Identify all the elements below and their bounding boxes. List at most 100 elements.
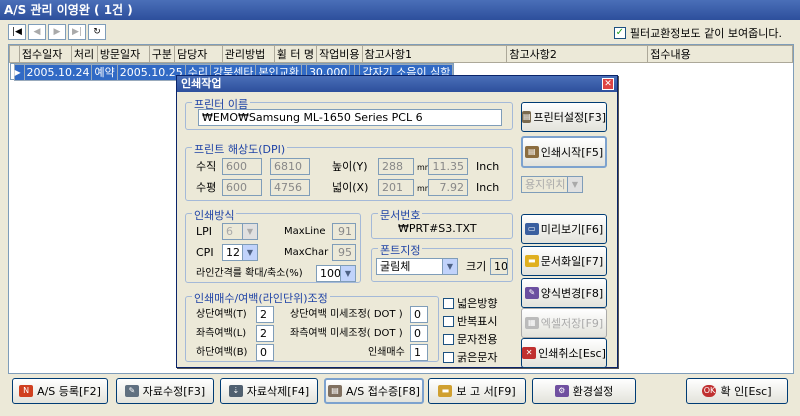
left-adj-label: 좌측여백 미세조정( DOT )	[290, 328, 403, 339]
h-dpi1-field[interactable]: 600	[222, 179, 262, 196]
width-mm-field[interactable]: 201	[378, 179, 414, 196]
col-header[interactable]: 처리	[70, 45, 98, 63]
printer-name-field[interactable]: ₩EMO₩Samsung ML-1650 Series PCL 6	[198, 109, 502, 126]
row-indicator-header	[9, 45, 20, 63]
record-navigator: |◀ ◀ ▶ ▶| ↻	[8, 24, 106, 40]
edit-button[interactable]: ✎ 자료수정[F3]	[116, 378, 214, 404]
filter-checkbox[interactable]: ✓ 필터교환정보도 같이 보여줍니다.	[613, 25, 782, 41]
excel-save-button[interactable]: ▦ 엑셀저장[F9]	[521, 308, 607, 338]
height-mm-field[interactable]: 288	[378, 158, 414, 175]
monitor-icon: ▭	[524, 223, 539, 235]
printer-icon: ▤	[522, 111, 532, 123]
col-header[interactable]: 담당자	[173, 45, 223, 63]
col-header[interactable]: 참고사항2	[506, 45, 649, 63]
button-label: 문서화일[F7]	[540, 255, 604, 268]
cancel-icon: ✕	[522, 347, 537, 359]
chevron-down-icon[interactable]: ▼	[340, 266, 355, 281]
checkbox-box[interactable]	[443, 297, 454, 309]
bold-checkbox[interactable]: 굵은문자	[443, 349, 497, 365]
cell[interactable]: 예약	[91, 64, 118, 81]
as-register-button[interactable]: N A/S 등록[F2]	[12, 378, 108, 404]
col-header[interactable]: 접수일자	[18, 45, 72, 63]
v-dpi2-field[interactable]: 6810	[270, 158, 310, 175]
form-change-button[interactable]: ✎ 양식변경[F8]	[521, 278, 607, 308]
checkbox-box[interactable]	[443, 315, 454, 327]
print-cancel-button[interactable]: ✕ 인쇄취소[Esc]	[521, 338, 607, 368]
checkbox-box[interactable]	[443, 351, 454, 363]
group-label: 폰트지정	[378, 242, 423, 258]
maxline-field[interactable]: 91	[332, 223, 356, 240]
col-header[interactable]: 접수내용	[647, 45, 793, 63]
form-icon: ✎	[524, 287, 539, 299]
v-dpi1-field[interactable]: 600	[222, 158, 262, 175]
printer-settings-button[interactable]: ▤ 프린터설정[F3]	[521, 102, 607, 132]
cpi-label: CPI	[196, 246, 214, 259]
lpi-select[interactable]: 6 ▼	[222, 223, 258, 240]
last-record-button[interactable]: ▶|	[68, 24, 86, 40]
settings-button[interactable]: ⚙ 환경설정	[532, 378, 636, 404]
print-method-group: 인쇄방식 LPI 6 ▼ MaxLine 91 CPI 12 ▼ MaxChar 9…	[185, 207, 361, 283]
landscape-checkbox[interactable]: 넓은방향	[443, 295, 497, 311]
col-header[interactable]: 참고사항1	[361, 45, 508, 63]
col-header[interactable]: 작업비용	[316, 45, 363, 63]
chevron-down-icon[interactable]: ▼	[442, 259, 457, 274]
scale-select[interactable]: 100 ▼	[316, 265, 356, 282]
print-start-button[interactable]: ▤ 인쇄시작[F5]	[521, 136, 607, 168]
checkbox-label: 굵은문자	[457, 351, 498, 364]
maxline-label: MaxLine	[284, 226, 326, 237]
button-label: A/S 접수증[F8]	[346, 385, 420, 398]
as-receipt-button[interactable]: ▤ A/S 접수증[F8]	[324, 378, 424, 404]
first-record-button[interactable]: |◀	[8, 24, 26, 40]
cell[interactable]: 2005.10.24	[23, 64, 93, 81]
size-label: 크기	[466, 260, 487, 273]
repeat-checkbox[interactable]: 반복표시	[443, 313, 497, 329]
col-header[interactable]: 관리방법	[221, 45, 275, 63]
chevron-down-icon[interactable]: ▼	[567, 177, 582, 192]
lpi-value: 6	[226, 225, 233, 238]
button-label: 확 인[Esc]	[720, 385, 772, 398]
font-group: 폰트지정 굴림체 ▼ 크기 10	[371, 242, 513, 282]
delete-button[interactable]: ⇣ 자료삭제[F4]	[220, 378, 318, 404]
checkbox-box[interactable]	[443, 333, 454, 345]
copies-field[interactable]: 1	[410, 344, 428, 361]
group-label: 인쇄방식	[192, 207, 237, 223]
lpi-label: LPI	[196, 225, 213, 238]
height-inch-field[interactable]: 11.35	[428, 158, 468, 175]
top-margin-field[interactable]: 2	[256, 306, 274, 323]
doc-file-button[interactable]: ▬ 문서화일[F7]	[521, 246, 607, 276]
close-icon[interactable]: ✕	[602, 78, 614, 90]
button-label: 미리보기[F6]	[540, 223, 604, 236]
font-select[interactable]: 굴림체 ▼	[376, 258, 458, 275]
ok-icon: OK	[702, 385, 717, 397]
left-margin-label: 좌측여백(L)	[196, 328, 247, 339]
col-header[interactable]: 방문일자	[96, 45, 150, 63]
chevron-down-icon[interactable]: ▼	[242, 224, 257, 239]
h-dpi2-field[interactable]: 4756	[270, 179, 310, 196]
bottom-margin-field[interactable]: 0	[256, 344, 274, 361]
excel-icon: ▦	[524, 317, 539, 329]
cpi-select[interactable]: 12 ▼	[222, 244, 258, 261]
col-header[interactable]: 휠 터 명	[273, 45, 318, 63]
report-button[interactable]: ▬ 보 고 서[F9]	[428, 378, 526, 404]
size-field[interactable]: 10	[490, 258, 508, 275]
chevron-down-icon[interactable]: ▼	[242, 245, 257, 260]
left-margin-field[interactable]: 2	[256, 325, 274, 342]
col-header[interactable]: 구분	[148, 45, 175, 63]
top-adj-field[interactable]: 0	[410, 306, 428, 323]
width-inch-field[interactable]: 7.92	[428, 179, 468, 196]
button-label: 프린터설정[F3]	[533, 111, 606, 124]
left-adj-field[interactable]: 0	[410, 325, 428, 342]
next-record-button[interactable]: ▶	[48, 24, 66, 40]
cpi-value: 12	[226, 246, 240, 259]
refresh-button[interactable]: ↻	[88, 24, 106, 40]
maxchar-field[interactable]: 95	[332, 244, 356, 261]
checkmark-icon[interactable]: ✓	[613, 27, 626, 39]
resolution-group: 프린트 해상도(DPI) 수직 600 6810 높이(Y) 288 mm 11…	[185, 141, 513, 201]
prev-record-button[interactable]: ◀	[28, 24, 46, 40]
group-label: 인쇄매수/여백(라인단위)조정	[192, 290, 330, 306]
paper-position-select[interactable]: 용지위치 ▼	[521, 176, 583, 193]
group-label: 프린트 해상도(DPI)	[192, 141, 288, 157]
text-only-checkbox[interactable]: 문자전용	[443, 331, 497, 347]
preview-button[interactable]: ▭ 미리보기[F6]	[521, 214, 607, 244]
ok-button[interactable]: OK 확 인[Esc]	[686, 378, 788, 404]
